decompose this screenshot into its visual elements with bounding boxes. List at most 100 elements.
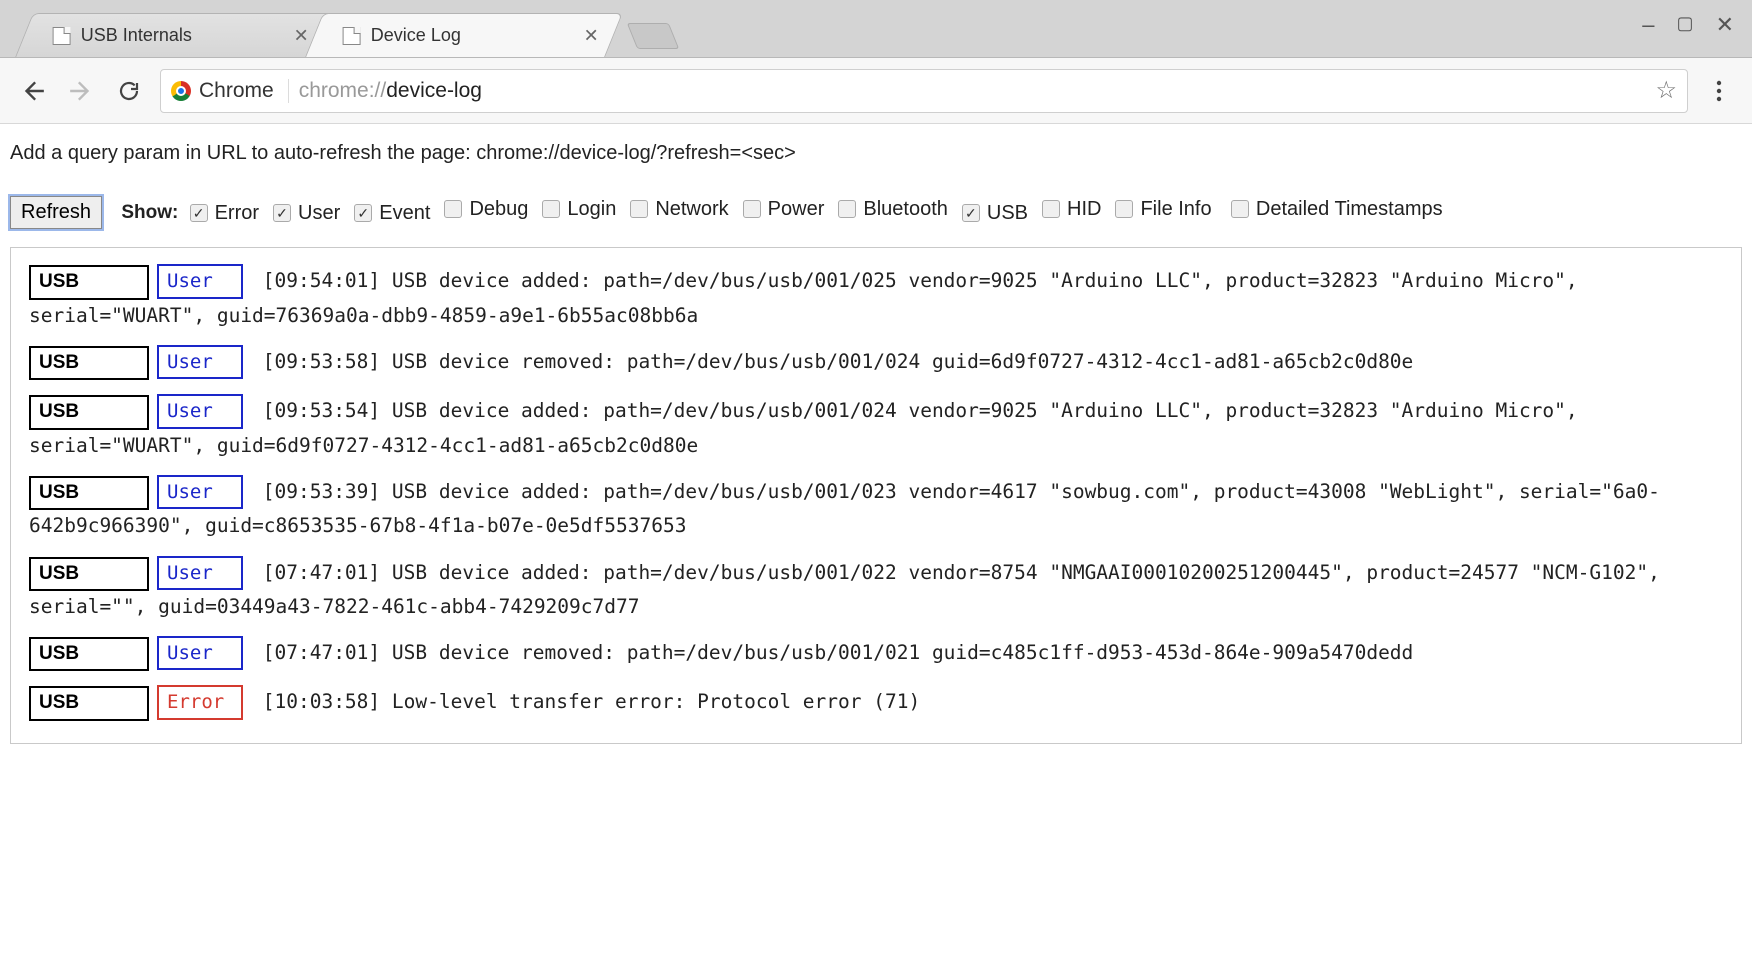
tab-close-icon[interactable]: ✕	[584, 25, 599, 46]
log-entry: USBUser [09:53:54] USB device added: pat…	[29, 394, 1723, 461]
log-entry: USBUser [09:53:58] USB device removed: p…	[29, 345, 1723, 380]
log-entry: USBError [10:03:58] Low-level transfer e…	[29, 685, 1723, 720]
checkbox-icon	[743, 200, 761, 218]
log-level-badge: Error	[157, 685, 243, 719]
filter-label: Error	[215, 191, 259, 235]
detailed-timestamps-checkbox[interactable]: Detailed Timestamps	[1231, 187, 1443, 231]
filter-label: Debug	[469, 187, 528, 231]
log-type-badge: USB	[29, 346, 149, 380]
log-timestamp: [10:03:58]	[263, 690, 380, 713]
log-timestamp: [07:47:01]	[263, 561, 380, 584]
address-bar[interactable]: Chrome chrome://device-log ☆	[160, 69, 1688, 113]
log-message: USB device added: path=/dev/bus/usb/001/…	[29, 399, 1578, 456]
filter-label: Bluetooth	[863, 187, 948, 231]
checkbox-icon	[1115, 200, 1133, 218]
filter-usb-checkbox[interactable]: ✓ USB	[962, 191, 1028, 235]
log-entry: USBUser [09:54:01] USB device added: pat…	[29, 264, 1723, 331]
filter-hid-checkbox[interactable]: HID	[1042, 187, 1101, 231]
checkbox-icon: ✓	[273, 204, 291, 222]
chrome-logo-icon	[171, 81, 191, 101]
tab-title: Device Log	[371, 25, 461, 46]
log-type-badge: USB	[29, 637, 149, 671]
log-type-badge: USB	[29, 395, 149, 429]
kebab-menu-icon	[1716, 79, 1722, 103]
log-entry: USBUser [07:47:01] USB device removed: p…	[29, 636, 1723, 671]
log-timestamp: [09:53:58]	[263, 350, 380, 373]
back-button[interactable]	[16, 74, 50, 108]
filter-label: HID	[1067, 187, 1101, 231]
tab-close-icon[interactable]: ✕	[294, 25, 309, 46]
checkbox-icon: ✓	[190, 204, 208, 222]
filter-event-checkbox[interactable]: ✓ Event	[354, 191, 430, 235]
checkbox-icon: ✓	[962, 204, 980, 222]
forward-button[interactable]	[64, 74, 98, 108]
filter-label: Login	[567, 187, 616, 231]
page-content: Add a query param in URL to auto-refresh…	[0, 124, 1752, 768]
auto-refresh-hint: Add a query param in URL to auto-refresh…	[10, 142, 1742, 165]
filter-network-checkbox[interactable]: Network	[630, 187, 728, 231]
checkbox-icon	[1042, 200, 1060, 218]
url-scheme-chip: Chrome	[171, 79, 289, 103]
log-level-badge: User	[157, 264, 243, 298]
filter-bluetooth-checkbox[interactable]: Bluetooth	[838, 187, 948, 231]
filter-file-info-checkbox[interactable]: File Info	[1115, 187, 1211, 231]
log-type-badge: USB	[29, 686, 149, 720]
filter-debug-checkbox[interactable]: Debug	[444, 187, 528, 231]
tab-strip: USB Internals ✕ Device Log ✕ – ▢ ✕	[0, 0, 1752, 58]
url-text: chrome://device-log	[299, 79, 482, 103]
log-entry: USBUser [07:47:01] USB device added: pat…	[29, 556, 1723, 623]
arrow-left-icon	[20, 78, 46, 104]
log-panel: USBUser [09:54:01] USB device added: pat…	[10, 247, 1742, 743]
filter-login-checkbox[interactable]: Login	[542, 187, 616, 231]
log-type-badge: USB	[29, 265, 149, 299]
bookmark-star-icon[interactable]: ☆	[1655, 76, 1677, 105]
log-timestamp: [09:53:54]	[263, 399, 380, 422]
filter-power-checkbox[interactable]: Power	[743, 187, 825, 231]
log-timestamp: [09:53:39]	[263, 480, 380, 503]
log-message: USB device added: path=/dev/bus/usb/001/…	[29, 269, 1578, 326]
log-message: USB device removed: path=/dev/bus/usb/00…	[392, 350, 1413, 373]
page-favicon-icon	[53, 27, 71, 45]
minimize-button[interactable]: –	[1642, 14, 1654, 36]
new-tab-button[interactable]	[627, 23, 680, 49]
scheme-label: Chrome	[199, 79, 274, 103]
filter-label: Network	[655, 187, 728, 231]
maximize-button[interactable]: ▢	[1677, 14, 1694, 36]
reload-icon	[117, 79, 141, 103]
filter-label: USB	[987, 191, 1028, 235]
checkbox-icon	[444, 200, 462, 218]
controls-row: Refresh Show: ✓ Error ✓ User ✓ Event Debug Logi…	[10, 187, 1742, 235]
reload-button[interactable]	[112, 74, 146, 108]
log-level-badge: User	[157, 636, 243, 670]
tab-device-log[interactable]: Device Log ✕	[305, 13, 623, 57]
filter-label: File Info	[1140, 187, 1211, 231]
checkbox-icon: ✓	[354, 204, 372, 222]
filter-error-checkbox[interactable]: ✓ Error	[190, 191, 259, 235]
log-level-badge: User	[157, 475, 243, 509]
filter-label: Power	[768, 187, 825, 231]
tab-title: USB Internals	[81, 25, 192, 46]
arrow-right-icon	[68, 78, 94, 104]
filter-user-checkbox[interactable]: ✓ User	[273, 191, 340, 235]
filter-label: User	[298, 191, 340, 235]
detailed-timestamps-label: Detailed Timestamps	[1256, 187, 1443, 231]
browser-toolbar: Chrome chrome://device-log ☆	[0, 58, 1752, 124]
log-level-badge: User	[157, 556, 243, 590]
page-favicon-icon	[343, 27, 361, 45]
tab-usb-internals[interactable]: USB Internals ✕	[15, 13, 333, 57]
log-type-badge: USB	[29, 476, 149, 510]
show-label: Show:	[121, 202, 178, 223]
log-timestamp: [07:47:01]	[263, 641, 380, 664]
checkbox-icon	[542, 200, 560, 218]
checkbox-icon	[630, 200, 648, 218]
log-entry: USBUser [09:53:39] USB device added: pat…	[29, 475, 1723, 542]
log-level-badge: User	[157, 345, 243, 379]
refresh-button[interactable]: Refresh	[10, 196, 102, 229]
log-timestamp: [09:54:01]	[263, 269, 380, 292]
log-message: USB device removed: path=/dev/bus/usb/00…	[392, 641, 1413, 664]
checkbox-icon	[1231, 200, 1249, 218]
close-window-button[interactable]: ✕	[1716, 14, 1734, 36]
checkbox-icon	[838, 200, 856, 218]
browser-menu-button[interactable]	[1702, 74, 1736, 108]
filter-label: Event	[379, 191, 430, 235]
